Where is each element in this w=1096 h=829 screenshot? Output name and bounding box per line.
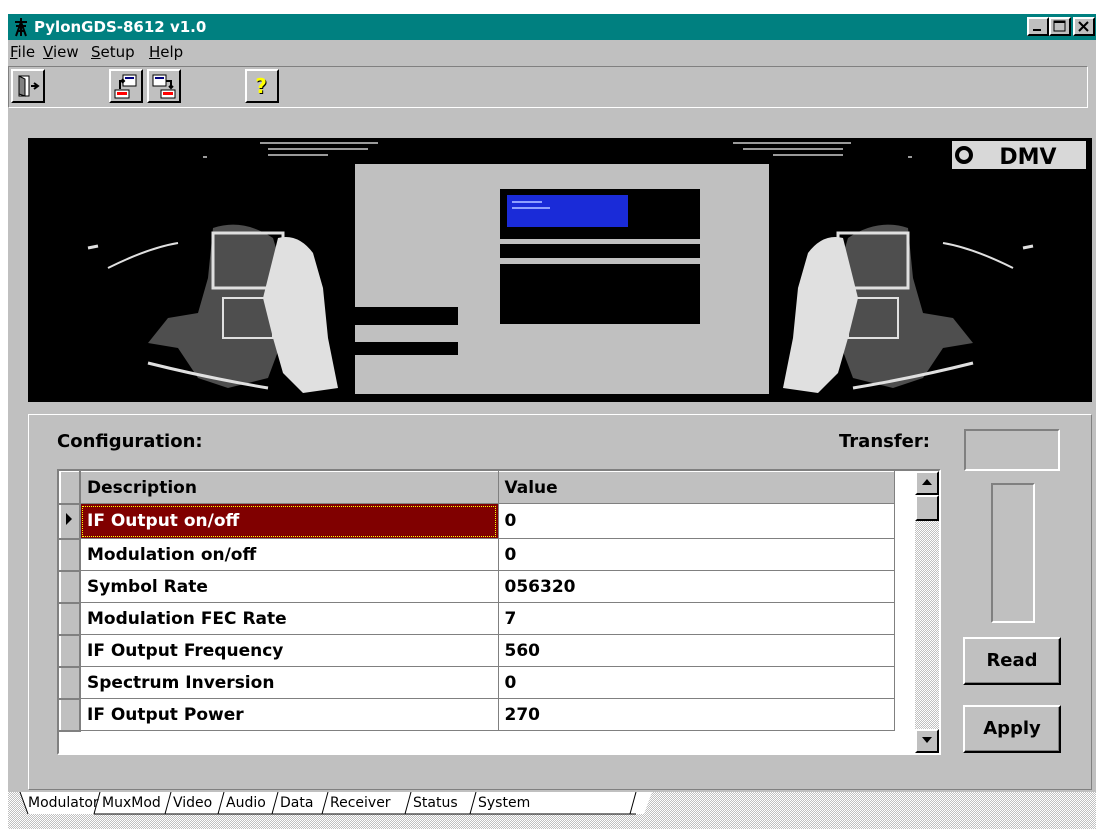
table-row[interactable]: IF Output Frequency 560 <box>59 633 895 668</box>
row-description[interactable]: IF Output on/off <box>80 503 499 539</box>
row-value[interactable]: 0 <box>498 503 895 539</box>
table-row[interactable]: Modulation on/off 0 <box>59 537 895 572</box>
row-value[interactable]: 7 <box>498 602 895 635</box>
current-row-arrow-icon <box>66 512 72 525</box>
maximize-icon <box>1053 20 1066 32</box>
download-from-device-icon <box>152 74 176 99</box>
menu-view[interactable]: View <box>43 43 79 61</box>
tab-video[interactable]: Video <box>173 792 212 814</box>
row-indicator[interactable] <box>59 633 81 668</box>
scroll-thumb[interactable] <box>915 495 939 521</box>
application-window: PylonGDS-8612 v1.0 File View Setup Help … <box>8 14 1096 829</box>
row-value[interactable]: 0 <box>498 666 895 699</box>
row-value[interactable]: 056320 <box>498 570 895 603</box>
tab-audio[interactable]: Audio <box>226 792 266 814</box>
read-button[interactable]: Read <box>963 637 1061 685</box>
table-row[interactable]: IF Output Power 270 <box>59 697 895 732</box>
minimize-button[interactable] <box>1027 17 1049 36</box>
arrow-down-icon <box>922 737 932 743</box>
row-description[interactable]: IF Output Frequency <box>80 634 499 667</box>
header-indicator <box>59 471 81 505</box>
row-indicator[interactable] <box>59 569 81 604</box>
column-header-description[interactable]: Description <box>80 471 499 504</box>
row-indicator[interactable] <box>59 697 81 732</box>
device-lcd-display <box>507 195 628 227</box>
configuration-panel: Configuration: Transfer: Description Val… <box>28 414 1092 790</box>
title-bar[interactable]: PylonGDS-8612 v1.0 <box>8 14 1096 40</box>
table-row[interactable]: Modulation FEC Rate 7 <box>59 601 895 636</box>
tab-modulator[interactable]: Modulator <box>28 792 99 814</box>
scroll-down-button[interactable] <box>915 729 939 753</box>
table-row[interactable]: Spectrum Inversion 0 <box>59 665 895 700</box>
transfer-status-field <box>964 429 1060 471</box>
table-row[interactable]: IF Output on/off 0 <box>59 502 895 540</box>
arrow-up-icon <box>922 479 932 485</box>
row-description[interactable]: Modulation FEC Rate <box>80 602 499 635</box>
tab-data[interactable]: Data <box>280 792 313 814</box>
transfer-label: Transfer: <box>839 431 930 452</box>
tab-receiver[interactable]: Receiver <box>330 792 391 814</box>
transfer-progress-bar <box>991 483 1035 623</box>
close-icon <box>1078 21 1089 32</box>
row-value[interactable]: 0 <box>498 538 895 571</box>
tab-muxmod[interactable]: MuxMod <box>102 792 161 814</box>
dmv-logo: DMV <box>999 145 1056 170</box>
send-to-device-button[interactable] <box>109 69 143 103</box>
exit-button[interactable] <box>11 69 45 103</box>
table-header: Description Value <box>59 471 895 505</box>
vertical-scrollbar[interactable] <box>915 471 939 753</box>
row-description[interactable]: Spectrum Inversion <box>80 666 499 699</box>
window-title: PylonGDS-8612 v1.0 <box>34 18 207 36</box>
row-value[interactable]: 560 <box>498 634 895 667</box>
configuration-table: Description Value IF Output on/off 0 Mod… <box>59 471 895 732</box>
upload-to-device-icon <box>114 74 137 99</box>
configuration-label: Configuration: <box>57 431 203 452</box>
tab-status[interactable]: Status <box>413 792 458 814</box>
help-button[interactable]: ?? <box>245 69 279 103</box>
table-row[interactable]: Symbol Rate 056320 <box>59 569 895 604</box>
toolbar: ?? <box>8 66 1088 108</box>
close-button[interactable] <box>1073 17 1095 36</box>
column-header-value[interactable]: Value <box>498 471 895 504</box>
device-banner-image: DMV <box>28 138 1092 402</box>
row-value[interactable]: 270 <box>498 698 895 731</box>
tab-bar: Modulator MuxMod Video Audio Data Receiv… <box>8 792 1096 829</box>
apply-button[interactable]: Apply <box>963 705 1061 753</box>
row-indicator[interactable] <box>59 601 81 636</box>
row-description[interactable]: Modulation on/off <box>80 538 499 571</box>
pylon-tower-icon[interactable] <box>12 17 30 37</box>
maximize-button[interactable] <box>1049 17 1071 36</box>
row-indicator[interactable] <box>59 537 81 572</box>
configuration-grid[interactable]: Description Value IF Output on/off 0 Mod… <box>57 469 941 755</box>
tab-system[interactable]: System <box>478 792 530 814</box>
exit-door-icon <box>18 75 40 97</box>
row-description[interactable]: IF Output Power <box>80 698 499 731</box>
row-description[interactable]: Symbol Rate <box>80 570 499 603</box>
receive-from-device-button[interactable] <box>147 69 181 103</box>
row-indicator[interactable] <box>59 665 81 700</box>
row-indicator[interactable] <box>59 502 81 540</box>
scroll-up-button[interactable] <box>915 471 939 495</box>
menu-help[interactable]: Help <box>149 43 183 61</box>
help-question-icon: ?? <box>255 74 268 98</box>
svg-text:?: ? <box>255 74 267 98</box>
menu-bar: File View Setup Help <box>8 41 1096 63</box>
menu-file[interactable]: File <box>10 43 35 61</box>
menu-setup[interactable]: Setup <box>91 43 135 61</box>
banner-artwork: DMV <box>87 141 1086 394</box>
minimize-icon <box>1033 29 1041 31</box>
